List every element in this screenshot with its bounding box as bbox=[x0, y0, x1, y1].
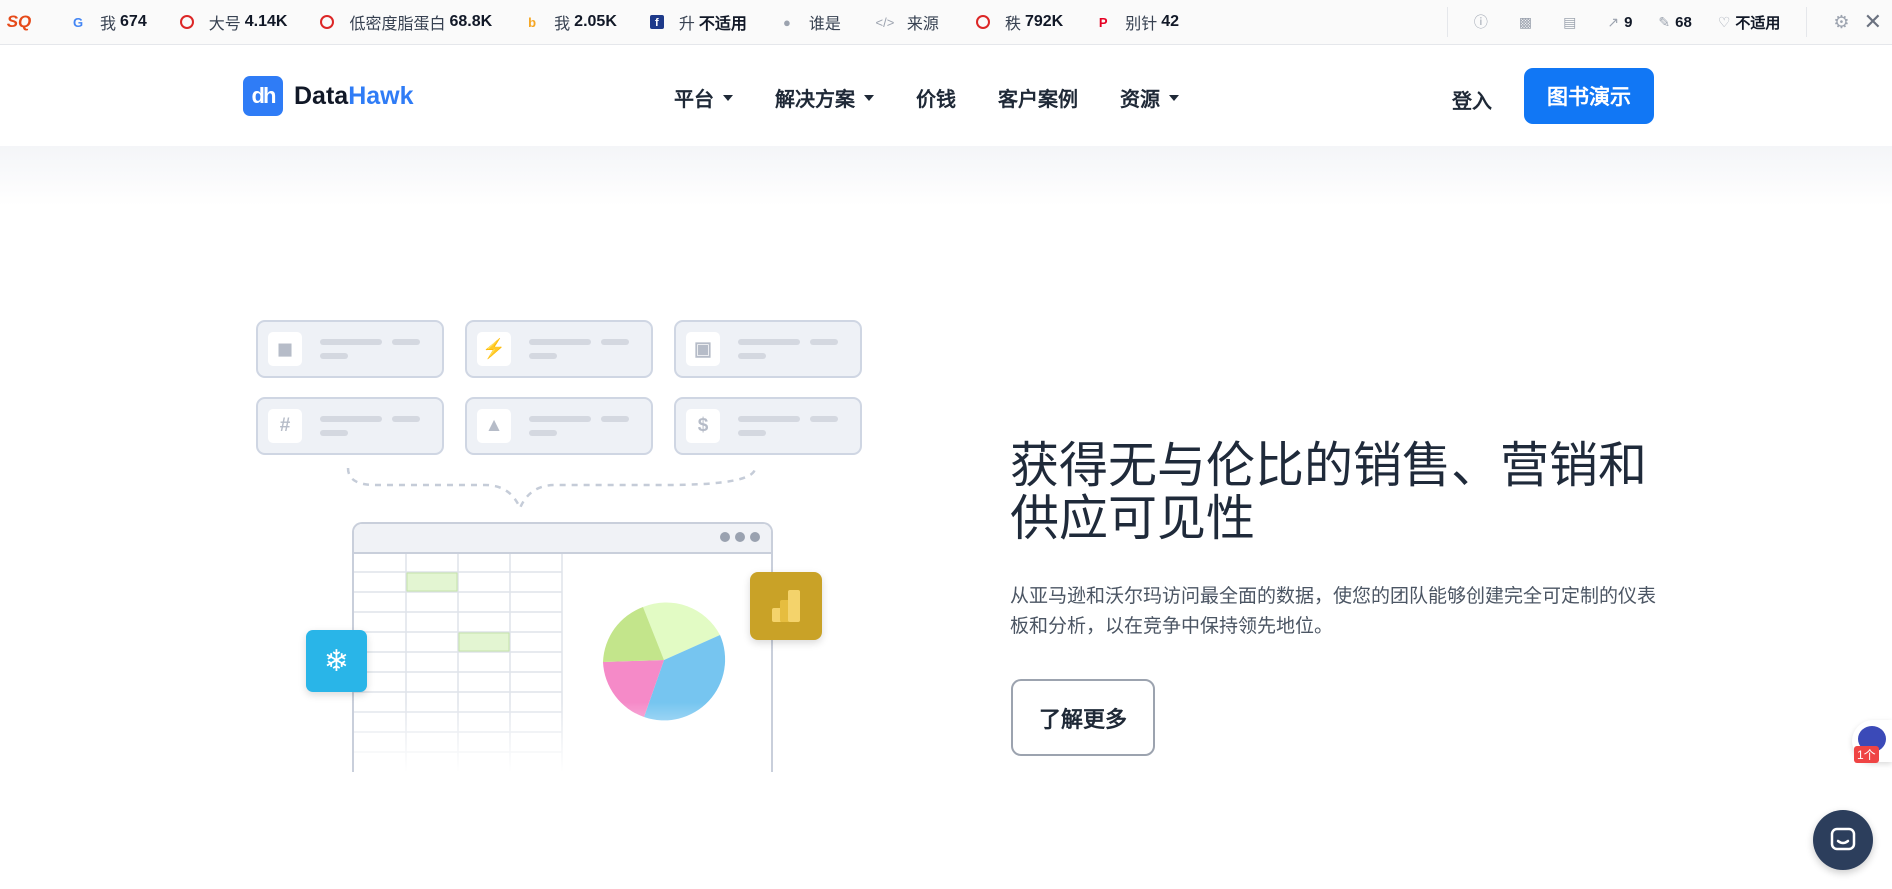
bing-icon: b bbox=[528, 14, 537, 30]
info-button[interactable]: ⓘ bbox=[1474, 12, 1493, 32]
edit-icon: ✎ bbox=[1658, 13, 1671, 30]
seo-value: 792K bbox=[1024, 13, 1064, 30]
seo-toolbar-right: ⓘ ▩ ▤ ↗ 9 ✎ 68 ♡ 不适用 ⚙ ✕ bbox=[1446, 0, 1892, 44]
powerbi-logo-icon bbox=[750, 572, 822, 640]
hero-illustration: ◼ ⚡ ▣ # ▲ $ ❄ bbox=[240, 310, 880, 780]
facebook-icon: f bbox=[649, 14, 665, 30]
menu-label: 客户案例 bbox=[998, 89, 1078, 111]
seo-item-source[interactable]: </> 来源 bbox=[875, 10, 943, 34]
menu-item-platform[interactable]: 平台 bbox=[674, 83, 733, 112]
seo-label: 升 bbox=[678, 16, 695, 33]
login-link[interactable]: 登入 bbox=[1452, 85, 1492, 114]
external-links[interactable]: ↗ 9 bbox=[1607, 14, 1632, 31]
seo-item-whois[interactable]: ● 谁是 bbox=[779, 10, 845, 34]
seo-label: 谁是 bbox=[808, 16, 841, 33]
external-link-icon: ↗ bbox=[1607, 13, 1620, 30]
notification-badge: 1个 bbox=[1854, 746, 1879, 763]
main-menu: 平台 解决方案 价钱 客户案例 资源 bbox=[674, 83, 1221, 112]
connector-lines bbox=[346, 467, 757, 512]
seo-value: 68.8K bbox=[449, 13, 493, 30]
menu-item-solutions[interactable]: 解决方案 bbox=[775, 83, 874, 112]
divider bbox=[1806, 7, 1808, 37]
menu-item-resources[interactable]: 资源 bbox=[1120, 83, 1179, 112]
menu-label: 资源 bbox=[1120, 89, 1160, 111]
seo-value: 42 bbox=[1161, 13, 1180, 30]
brand-name: DataHawk bbox=[294, 82, 414, 111]
pinterest-icon: P bbox=[1098, 14, 1108, 30]
seo-item-rank[interactable]: 秩 792K bbox=[975, 10, 1063, 34]
learn-more-button[interactable]: 了解更多 bbox=[1011, 679, 1155, 756]
circle-icon bbox=[179, 14, 195, 30]
seo-label: 我 bbox=[100, 16, 117, 33]
seo-label: 别针 bbox=[1125, 16, 1158, 33]
seo-item-google[interactable]: G 我 674 bbox=[70, 10, 147, 34]
seo-item-backlinks[interactable]: 大号 4.14K bbox=[179, 10, 288, 34]
seo-label: 低密度脂蛋白 bbox=[349, 16, 446, 33]
user-icon: ● bbox=[782, 14, 791, 30]
pages-count: 68 bbox=[1675, 13, 1692, 31]
seo-toolbar: SQ G 我 674 大号 4.14K 低密度脂蛋白 68.8K b 我 2.0… bbox=[0, 0, 1892, 45]
gear-icon[interactable]: ⚙ bbox=[1833, 12, 1849, 33]
report-button[interactable]: ▤ bbox=[1563, 14, 1581, 31]
seoquake-logo-icon[interactable]: SQ bbox=[0, 12, 38, 32]
brand-name-prefix: Data bbox=[294, 81, 349, 110]
site-header: dh DataHawk 平台 解决方案 价钱 客户案例 资源 登入 图书演示 bbox=[0, 45, 1892, 146]
hero-title: 获得无与伦比的销售、营销和供应可见性 bbox=[1010, 439, 1648, 546]
caret-down-icon bbox=[723, 94, 733, 101]
assistant-widget[interactable]: 1个 bbox=[1852, 720, 1892, 763]
code-icon: </> bbox=[875, 14, 895, 30]
datahawk-logo-icon: dh bbox=[243, 76, 283, 116]
pages-count-item[interactable]: ✎ 68 bbox=[1658, 14, 1691, 31]
circle-icon bbox=[319, 14, 335, 30]
window-title-bar bbox=[354, 524, 771, 554]
seo-item-facebook[interactable]: f 升 不适用 bbox=[649, 10, 747, 34]
menu-item-case-studies[interactable]: 客户案例 bbox=[998, 83, 1078, 112]
divider bbox=[1446, 7, 1448, 37]
density-button[interactable]: ▩ bbox=[1519, 14, 1537, 31]
monitor-icon: ▩ bbox=[1518, 13, 1533, 30]
menu-label: 平台 bbox=[674, 89, 714, 111]
seo-value: 674 bbox=[120, 13, 147, 30]
close-icon[interactable]: ✕ bbox=[1864, 9, 1882, 35]
menu-label: 价钱 bbox=[916, 89, 956, 111]
dashboard-window bbox=[352, 522, 773, 772]
chat-launcher-button[interactable] bbox=[1813, 810, 1873, 870]
seo-value: 4.14K bbox=[244, 13, 288, 30]
menu-label: 解决方案 bbox=[775, 89, 855, 111]
hero-subtitle: 从亚马逊和沃尔玛访问最全面的数据，使您的团队能够创建完全可定制的仪表板和分析，以… bbox=[1010, 586, 1657, 637]
circle-icon bbox=[975, 14, 991, 30]
google-icon: G bbox=[72, 14, 84, 30]
seo-label: 我 bbox=[554, 16, 571, 33]
seo-item-bing[interactable]: b 我 2.05K bbox=[524, 10, 617, 34]
brand-logo[interactable]: dh DataHawk bbox=[243, 76, 414, 116]
seo-label: 来源 bbox=[906, 16, 939, 33]
menu-item-pricing[interactable]: 价钱 bbox=[916, 83, 956, 112]
snowflake-logo-icon: ❄ bbox=[306, 630, 367, 692]
chat-icon bbox=[1830, 827, 1856, 851]
seo-item-pinterest[interactable]: P 别针 42 bbox=[1095, 10, 1179, 34]
header-shadow bbox=[0, 146, 1892, 206]
external-links-count: 9 bbox=[1624, 13, 1633, 31]
caret-down-icon bbox=[1169, 94, 1179, 101]
info-icon: ⓘ bbox=[1473, 14, 1488, 30]
seo-value: 不适用 bbox=[698, 16, 747, 33]
health-item[interactable]: ♡ 不适用 bbox=[1718, 12, 1781, 33]
seo-label: 秩 bbox=[1004, 16, 1021, 33]
caret-down-icon bbox=[864, 94, 874, 101]
brand-name-suffix: Hawk bbox=[348, 81, 414, 110]
chart-icon: ▤ bbox=[1563, 13, 1577, 30]
seo-value: 2.05K bbox=[574, 13, 617, 30]
book-demo-button[interactable]: 图书演示 bbox=[1524, 68, 1654, 124]
seo-label: 大号 bbox=[208, 16, 241, 33]
heart-icon: ♡ bbox=[1717, 13, 1731, 30]
health-value: 不适用 bbox=[1735, 14, 1781, 32]
seo-item-ldl[interactable]: 低密度脂蛋白 68.8K bbox=[319, 10, 492, 34]
